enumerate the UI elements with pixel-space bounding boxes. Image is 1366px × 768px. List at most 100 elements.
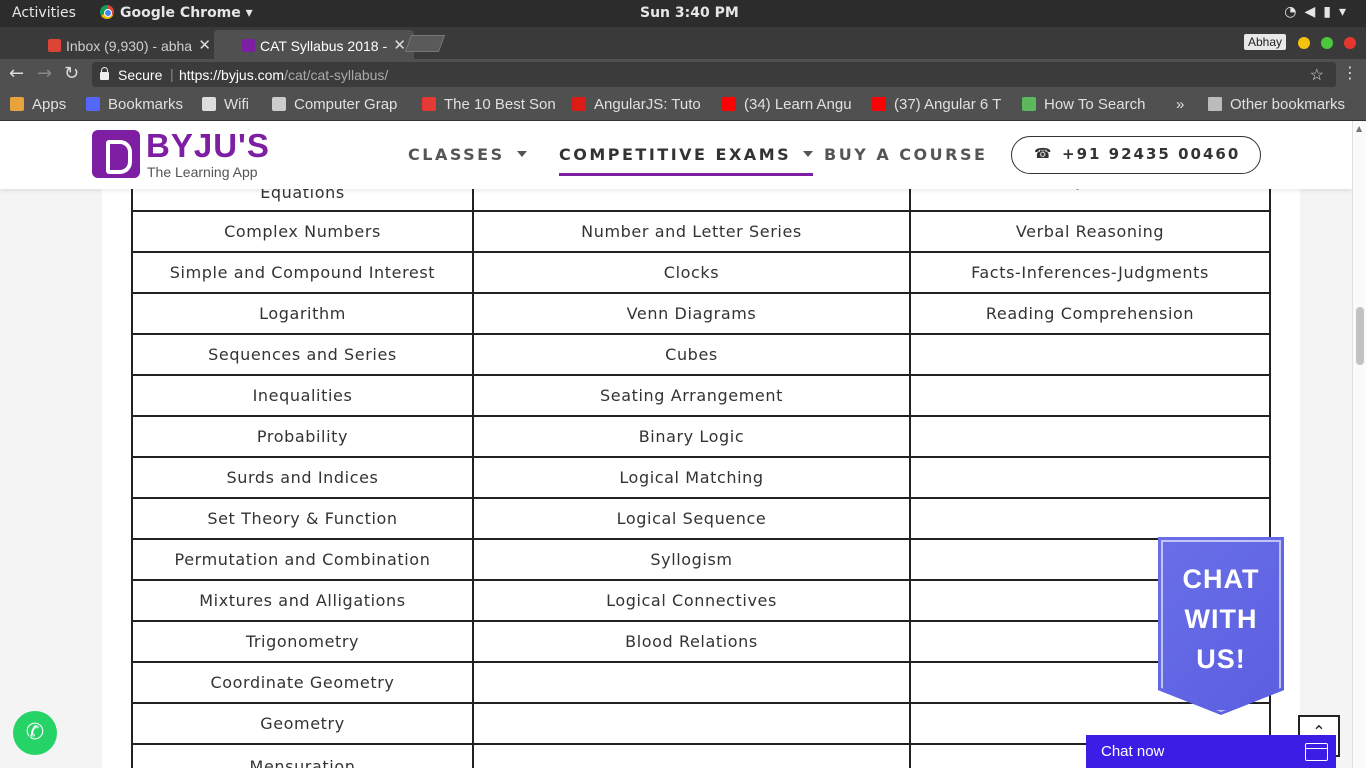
youtube-icon [722, 97, 736, 111]
scroll-up-arrow-icon[interactable]: ▲ [1356, 124, 1362, 133]
app-menu[interactable]: Google Chrome ▾ [100, 5, 253, 21]
chat-with-us-badge[interactable]: CHAT WITH US! [1158, 537, 1284, 715]
other-bookmarks[interactable]: Other bookmarks [1208, 96, 1345, 113]
bookmark-angular-6[interactable]: (37) Angular 6 T [872, 96, 1008, 113]
table-cell [909, 374, 1271, 417]
volume-icon: ◀ [1304, 4, 1324, 20]
activities-button[interactable]: Activities [12, 5, 76, 21]
phone-number: +91 92435 00460 [1062, 145, 1241, 163]
table-cell: Syllogism [472, 538, 911, 581]
tab-inbox[interactable]: Inbox (9,930) - abha ✕ [20, 30, 220, 59]
table-row: Logarithm Venn Diagrams Reading Comprehens… [131, 292, 1271, 335]
table-cell: Venn Diagrams [472, 292, 911, 335]
system-tray[interactable]: ◔◀▮▾ [1284, 4, 1354, 20]
table-cell: Simple and Compound Interest [131, 251, 474, 294]
bookmark-best-songs[interactable]: The 10 Best Son [422, 96, 556, 113]
chrome-menu-icon[interactable]: ⋮ [1342, 63, 1358, 82]
bookmark-bookmarks[interactable]: Bookmarks [86, 96, 196, 113]
music-icon [422, 97, 436, 111]
table-cell: Inequalities [131, 374, 474, 417]
profile-button[interactable]: Abhay [1244, 34, 1287, 50]
folder-icon [1208, 97, 1222, 111]
table-cell: Number and Letter Series [472, 210, 911, 253]
table-cell [472, 661, 911, 704]
page-scrollbar[interactable]: ▲ [1352, 121, 1366, 768]
address-bar[interactable]: Secure | https://byjus.com/cat/cat-sylla… [92, 62, 1336, 87]
nav-classes[interactable]: CLASSES [408, 145, 527, 164]
bookmarks-bar: Apps Bookmarks Wifi Computer Grap The 10… [0, 89, 1366, 121]
chat-badge-text: CHAT WITH US! [1182, 564, 1260, 674]
byjus-logo-icon[interactable] [92, 130, 140, 178]
reload-button[interactable]: ↻ [64, 63, 79, 84]
close-icon[interactable]: ✕ [198, 36, 211, 54]
table-cell: Probability [131, 415, 474, 458]
forward-button[interactable]: → [37, 63, 52, 84]
table-cell: Complex Numbers [131, 210, 474, 253]
table-cell: Geometry [131, 702, 474, 745]
whatsapp-button[interactable]: ✆ [13, 711, 57, 755]
bookmark-how-to-search[interactable]: How To Search [1022, 96, 1158, 113]
divider: | [170, 66, 174, 82]
gmail-icon [48, 39, 61, 52]
back-button[interactable]: ← [9, 63, 24, 84]
table-row: Trigonometry Blood Relations [131, 620, 1271, 663]
site-header: BYJU'S The Learning App CLASSES COMPETIT… [0, 121, 1352, 189]
table-cell: Blood Relations [472, 620, 911, 663]
table-row: Simple and Compound Interest Clocks Facts-… [131, 251, 1271, 294]
bookmark-star-icon[interactable]: ☆ [1310, 65, 1324, 85]
expand-window-icon[interactable] [1305, 743, 1328, 761]
os-top-bar: Activities Google Chrome ▾ Sun 3:40 PM ◔… [0, 0, 1366, 27]
youtube-icon [872, 97, 886, 111]
syllabus-table: EquationsCalendarsSummary QuestionsCompl… [131, 169, 1271, 768]
table-cell: Permutation and Combination [131, 538, 474, 581]
secure-label: Secure [118, 67, 163, 83]
table-cell: Seating Arrangement [472, 374, 911, 417]
table-cell: Set Theory & Function [131, 497, 474, 540]
bookmark-angularjs[interactable]: AngularJS: Tuto [572, 96, 708, 113]
wifi-icon [202, 97, 216, 111]
chevron-down-icon [516, 151, 527, 157]
table-row: Sequences and Series Cubes [131, 333, 1271, 376]
tab-strip: Inbox (9,930) - abha ✕ CAT Syllabus 2018… [0, 27, 1366, 59]
table-cell [472, 702, 911, 745]
table-row: Mixtures and Alligations Logical Connecti… [131, 579, 1271, 622]
table-cell [909, 415, 1271, 458]
apps-grid-icon [10, 97, 24, 111]
bookmark-computer-graphics[interactable]: Computer Grap [272, 96, 408, 113]
table-row: Complex Numbers Number and Letter Series V… [131, 210, 1271, 253]
phone-button[interactable]: ☎ +91 92435 00460 [1011, 136, 1261, 174]
bookmark-wifi[interactable]: Wifi [202, 96, 264, 113]
angular-icon [572, 97, 586, 111]
chat-now-label: Chat now [1101, 743, 1165, 760]
brand-name[interactable]: BYJU'S [146, 127, 270, 165]
table-cell: Logical Connectives [472, 579, 911, 622]
chart-icon [1022, 97, 1036, 111]
tab-cat-syllabus[interactable]: CAT Syllabus 2018 - ✕ [214, 30, 414, 59]
url-text[interactable]: https://byjus.com/cat/cat-syllabus/ [179, 67, 388, 83]
lock-icon [100, 67, 109, 80]
nav-competitive-exams[interactable]: COMPETITIVE EXAMS [559, 145, 814, 176]
table-cell: Logarithm [131, 292, 474, 335]
table-row: Probability Binary Logic [131, 415, 1271, 458]
maximize-button[interactable] [1321, 37, 1333, 49]
table-row: Inequalities Seating Arrangement [131, 374, 1271, 417]
table-cell: Surds and Indices [131, 456, 474, 499]
byjus-favicon-icon [242, 39, 255, 52]
bookmark-apps[interactable]: Apps [10, 96, 80, 113]
bookmark-learn-angular[interactable]: (34) Learn Angu [722, 96, 858, 113]
table-row: Surds and Indices Logical Matching [131, 456, 1271, 499]
new-tab-button[interactable] [404, 35, 446, 52]
chat-now-bar[interactable]: Chat now [1086, 735, 1336, 768]
close-window-button[interactable] [1344, 37, 1356, 49]
nav-buy-a-course[interactable]: BUY A COURSE [824, 145, 987, 164]
table-cell: Mensuration [131, 743, 474, 768]
clock[interactable]: Sun 3:40 PM [640, 5, 739, 21]
star-icon [86, 97, 100, 111]
table-cell [909, 497, 1271, 540]
table-cell [909, 456, 1271, 499]
minimize-button[interactable] [1298, 37, 1310, 49]
scrollbar-thumb[interactable] [1356, 307, 1364, 365]
bookmarks-overflow-button[interactable]: » [1176, 96, 1184, 113]
table-row: Set Theory & Function Logical Sequence [131, 497, 1271, 540]
tab-title: CAT Syllabus 2018 - [260, 38, 388, 54]
